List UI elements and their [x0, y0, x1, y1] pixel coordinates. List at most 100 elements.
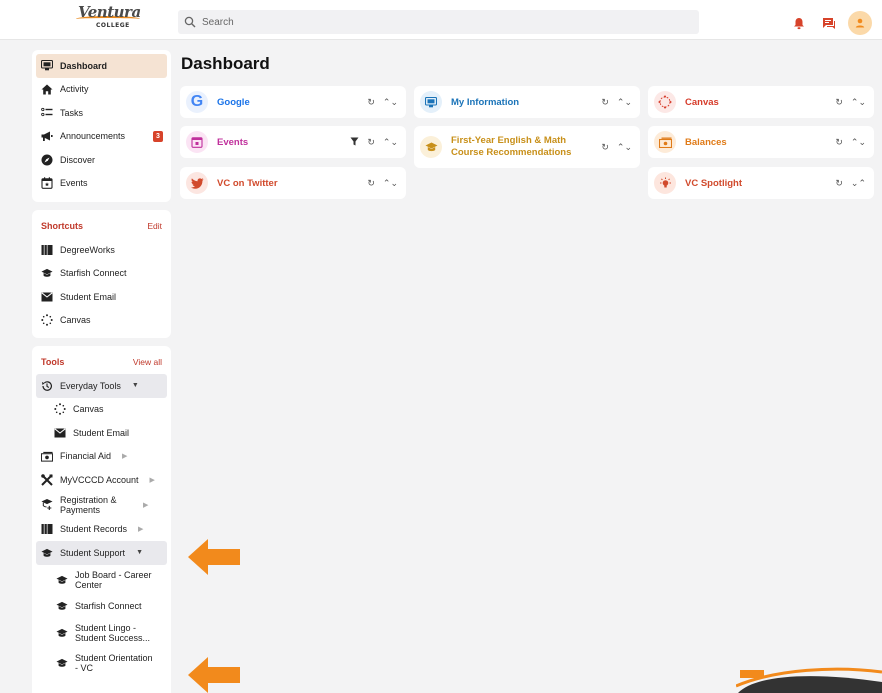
- shortcut-label: Starfish Connect: [60, 268, 127, 279]
- tool-student-support[interactable]: Student Support ▼: [36, 541, 167, 565]
- tool-myvcccd-account[interactable]: MyVCCCD Account ▶: [36, 468, 167, 492]
- nav-item-label: Discover: [60, 154, 96, 165]
- nav-item-activity[interactable]: Activity: [36, 78, 167, 102]
- caret-right-icon: ▶: [122, 453, 128, 461]
- messages-button[interactable]: [822, 11, 836, 35]
- card-balances[interactable]: Balances ↻ ⌃⌄: [648, 126, 874, 158]
- card-my-information[interactable]: My Information ↻ ⌃⌄: [414, 86, 640, 118]
- tool-student-lingo[interactable]: Student Lingo - Student Success...: [36, 618, 167, 648]
- calendar-icon: [186, 131, 208, 153]
- tool-student-records[interactable]: Student Records ▶: [36, 518, 167, 542]
- card-events[interactable]: Events ↻ ⌃⌄: [180, 126, 406, 158]
- graduation-cap-icon: [420, 136, 442, 158]
- notifications-button[interactable]: [793, 11, 805, 35]
- caret-right-icon: ▶: [149, 476, 155, 484]
- tool-starfish-connect[interactable]: Starfish Connect: [36, 595, 167, 619]
- college-logo[interactable]: Ventura COLLEGE: [74, 3, 144, 35]
- search-bar[interactable]: [178, 10, 699, 34]
- nav-item-discover[interactable]: Discover: [36, 148, 167, 172]
- expand-icon[interactable]: ⌃⌄: [851, 137, 866, 148]
- card-title: VC on Twitter: [217, 177, 278, 189]
- graduation-cap-icon: [56, 627, 68, 639]
- refresh-icon[interactable]: ↻: [835, 97, 843, 108]
- money-icon: [41, 450, 53, 462]
- graduation-cap-icon: [41, 267, 53, 279]
- tool-label: Student Orientation - VC: [75, 653, 153, 673]
- shortcut-canvas[interactable]: Canvas: [36, 309, 167, 333]
- shortcuts-edit-link[interactable]: Edit: [147, 221, 162, 231]
- tool-financial-aid[interactable]: Financial Aid ▶: [36, 445, 167, 469]
- tool-registration-payments[interactable]: Registration & Payments ▶: [36, 492, 167, 518]
- tool-student-orientation[interactable]: Student Orientation - VC: [36, 648, 167, 678]
- graduation-cap-icon: [41, 547, 53, 559]
- bell-icon: [794, 17, 804, 29]
- arrow-left-icon: [188, 657, 240, 693]
- nav-item-tasks[interactable]: Tasks: [36, 101, 167, 125]
- tool-label: Student Records: [60, 524, 128, 535]
- collapse-icon[interactable]: ⌄⌃: [851, 178, 866, 189]
- filter-icon[interactable]: [350, 137, 359, 148]
- shortcut-student-email[interactable]: Student Email: [36, 285, 167, 309]
- compass-icon: [41, 154, 53, 166]
- tools-header: Tools View all: [36, 350, 167, 374]
- tools-icon: [41, 473, 53, 486]
- refresh-icon[interactable]: ↻: [367, 137, 375, 148]
- arrow-left-icon: [188, 539, 240, 575]
- twitter-icon: [186, 172, 208, 194]
- tool-job-board[interactable]: Job Board - Career Center: [36, 565, 167, 595]
- card-first-year-recommendations[interactable]: First-Year English & Math Course Recomme…: [414, 126, 640, 168]
- cap-plus-icon: [41, 498, 53, 511]
- expand-icon[interactable]: ⌃⌄: [617, 97, 632, 108]
- card-canvas[interactable]: Canvas ↻ ⌃⌄: [648, 86, 874, 118]
- search-input[interactable]: [202, 16, 682, 28]
- shortcuts-header: Shortcuts Edit: [36, 214, 167, 238]
- refresh-icon[interactable]: ↻: [835, 178, 843, 189]
- card-vc-on-twitter[interactable]: VC on Twitter ↻ ⌃⌄: [180, 167, 406, 199]
- card-title: My Information: [451, 96, 520, 108]
- card-title: Balances: [685, 136, 727, 148]
- tool-label: Student Support: [60, 547, 126, 558]
- refresh-icon[interactable]: ↻: [835, 137, 843, 148]
- card-actions: ↻ ⌃⌄: [835, 126, 866, 158]
- avatar[interactable]: [848, 11, 872, 35]
- card-actions: ↻ ⌄⌃: [835, 167, 866, 199]
- shortcut-degreeworks[interactable]: DegreeWorks: [36, 238, 167, 262]
- refresh-icon[interactable]: ↻: [601, 97, 609, 108]
- nav-item-announcements[interactable]: Announcements 3: [36, 125, 167, 149]
- canvas-logo-icon: [54, 403, 66, 415]
- tool-label: Starfish Connect: [75, 601, 142, 612]
- books-icon: [41, 523, 53, 535]
- nav-item-events[interactable]: Events: [36, 172, 167, 196]
- nav-item-label: Tasks: [60, 107, 84, 118]
- tool-canvas[interactable]: Canvas: [36, 398, 167, 422]
- expand-icon[interactable]: ⌃⌄: [383, 178, 398, 189]
- card-actions: ↻ ⌃⌄: [601, 86, 632, 118]
- expand-icon[interactable]: ⌃⌄: [851, 97, 866, 108]
- nav-item-dashboard[interactable]: Dashboard: [36, 54, 167, 78]
- card-vc-spotlight[interactable]: VC Spotlight ↻ ⌄⌃: [648, 167, 874, 199]
- card-title: Google: [217, 96, 250, 108]
- tools-title: Tools: [41, 357, 65, 367]
- tool-label: Canvas: [73, 404, 104, 415]
- envelope-icon: [41, 291, 53, 303]
- logo-college-text: COLLEGE: [96, 22, 130, 29]
- nav-item-label: Activity: [60, 84, 89, 95]
- caret-right-icon: ▶: [138, 526, 144, 534]
- tool-everyday-tools[interactable]: Everyday Tools ▼: [36, 374, 167, 398]
- user-icon: [855, 18, 865, 28]
- tool-label: Job Board - Career Center: [75, 569, 152, 590]
- tool-label: Student Lingo - Student Success...: [75, 623, 151, 643]
- expand-icon[interactable]: ⌃⌄: [383, 137, 398, 148]
- tools-view-all-link[interactable]: View all: [133, 357, 162, 367]
- expand-icon[interactable]: ⌃⌄: [617, 142, 632, 153]
- graduation-cap-icon: [56, 657, 68, 669]
- shortcut-starfish-connect[interactable]: Starfish Connect: [36, 262, 167, 286]
- refresh-icon[interactable]: ↻: [367, 97, 375, 108]
- home-icon: [41, 83, 53, 95]
- expand-icon[interactable]: ⌃⌄: [383, 97, 398, 108]
- shortcut-label: Canvas: [60, 315, 91, 326]
- refresh-icon[interactable]: ↻: [601, 142, 609, 153]
- refresh-icon[interactable]: ↻: [367, 178, 375, 189]
- tool-student-email[interactable]: Student Email: [36, 421, 167, 445]
- card-google[interactable]: G Google ↻ ⌃⌄: [180, 86, 406, 118]
